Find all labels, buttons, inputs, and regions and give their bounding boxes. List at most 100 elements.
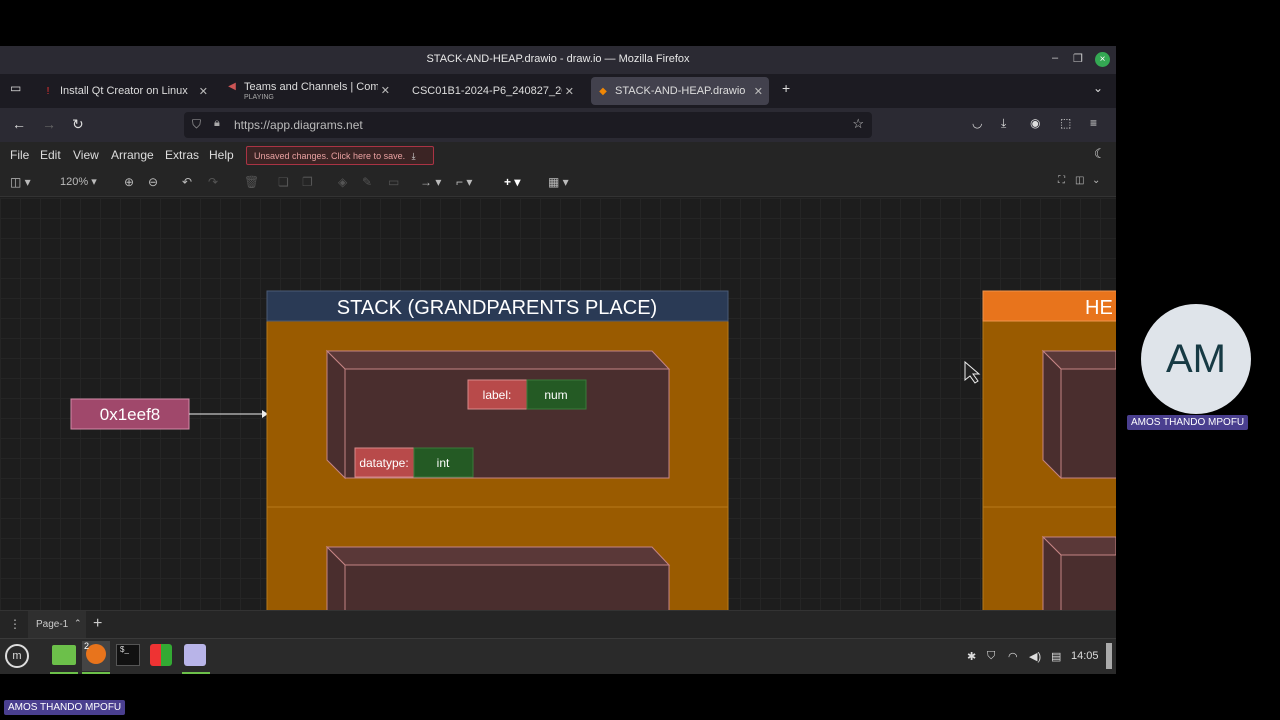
volume-icon[interactable]: ◀) [1029,650,1041,663]
format-panel-icon[interactable]: ◫ ▾ [10,175,31,189]
zoom-out-icon[interactable]: ⊖ [148,175,158,189]
shield-icon[interactable]: ⛉ [192,117,201,132]
to-back-icon[interactable]: ❐ [302,175,313,189]
stack-frame-cuboid[interactable] [325,545,671,610]
firefox-taskbar-button[interactable]: 2 [82,641,110,671]
lock-icon[interactable]: 🔒︎ [214,117,220,130]
window-title: STACK-AND-HEAP.drawio - draw.io — Mozill… [426,53,690,65]
pocket-icon[interactable]: ◡ [972,116,982,130]
reload-icon[interactable]: ↻ [72,116,84,133]
clock[interactable]: 14:05 [1071,650,1099,662]
add-page-icon[interactable]: + [93,615,102,633]
redo-icon[interactable]: ↷ [208,175,218,189]
active-indicator [50,672,78,674]
close-tab-icon[interactable]: ✕ [199,85,208,98]
os-taskbar: m 2 $_ ✱ ⛉ ◠ ◀) ▤ 14:05 [0,638,1116,674]
save-icon: ⤓ [411,151,416,161]
clipboard-icon[interactable]: ▤ [1051,650,1061,663]
label-value-text: num [544,388,567,402]
tab-csc01b1[interactable]: CSC01B1-2024-P6_240827_20 ✕ [408,77,580,105]
window-titlebar: STACK-AND-HEAP.drawio - draw.io — Mozill… [0,46,1116,74]
app-launcher-icon[interactable] [150,644,172,666]
page-tab-label: Page-1 [36,619,69,630]
terminal-icon[interactable]: $_ [116,644,140,666]
text-editor-icon[interactable] [184,644,206,666]
tab-bar: ▭ ! Install Qt Creator on Linux ✕ ◀ Team… [0,74,1116,108]
url-bar[interactable]: ⛉ 🔒︎ https://app.diagrams.net ☆ [184,112,872,138]
tab-label: Install Qt Creator on Linux [60,85,188,97]
menu-edit[interactable]: Edit [40,148,61,162]
tab-teams[interactable]: ◀ Teams and Channels | Comp PLAYING ✕ [226,77,396,105]
pointer-box-text: 0x1eef8 [100,405,161,424]
panel-toggle-icon[interactable]: ◫ [1075,175,1084,186]
pages-menu-icon[interactable]: ⋮ [9,617,21,631]
menu-extras[interactable]: Extras [165,148,199,162]
collapse-icon[interactable]: ⌄ [1092,175,1100,186]
unsaved-changes-button[interactable]: Unsaved changes. Click here to save. ⤓ [246,146,434,165]
close-tab-icon[interactable]: ✕ [381,84,390,97]
alert-icon: ! [46,85,50,97]
fill-color-icon[interactable]: ◈ [338,175,347,189]
mint-menu-icon[interactable]: m [5,644,29,668]
line-color-icon[interactable]: ✎ [362,175,372,189]
stack-header-text: STACK (GRANDPARENTS PLACE) [337,297,657,319]
minimize-icon[interactable]: – [1052,52,1058,64]
insert-icon[interactable]: + ▾ [504,175,520,189]
close-window-icon[interactable]: × [1095,52,1110,67]
diagram-canvas[interactable]: 0x1eef8 STACK (GRANDPARENTS PLACE) label… [0,198,1116,610]
diagram-toolbar: ◫ ▾ 120% ▾ ⊕ ⊖ ↶ ↷ 🗑︎ ❏ ❐ ◈ ✎ ▭ → ▾ ⌐ ▾ … [0,168,1116,197]
active-indicator [182,672,210,674]
tab-qt-creator[interactable]: ! Install Qt Creator on Linux ✕ [42,77,214,105]
drawio-icon: ◆ [599,85,607,97]
list-tabs-icon[interactable]: ⌄ [1093,81,1103,95]
page-tab[interactable]: Page-1 ⌃ [28,611,86,639]
menu-help[interactable]: Help [209,148,234,162]
new-tab-icon[interactable]: + [782,80,790,96]
forward-icon[interactable]: → [42,116,56,132]
back-icon[interactable]: ← [12,116,26,132]
diagram-svg: 0x1eef8 STACK (GRANDPARENTS PLACE) label… [70,290,1116,610]
downloads-icon[interactable]: ⤓ [1001,116,1006,131]
zoom-in-icon[interactable]: ⊕ [124,175,134,189]
zoom-value: 120% [60,176,89,188]
participant-name-tag: AMOS THANDO MPOFU [1127,415,1249,430]
restore-icon[interactable]: ❐ [1073,52,1083,65]
connection-icon[interactable]: → ▾ [420,175,441,189]
account-icon[interactable]: ◉ [1030,116,1040,130]
menu-view[interactable]: View [73,148,99,162]
close-tab-icon[interactable]: ✕ [754,85,763,98]
wifi-icon[interactable]: ◠ [1008,650,1018,663]
heap-object-cuboid[interactable] [1041,535,1116,610]
bookmark-star-icon[interactable]: ☆ [852,116,864,132]
page-dropdown-icon[interactable]: ⌃ [74,618,82,629]
navigation-bar: ← → ↻ ⛉ 🔒︎ https://app.diagrams.net ☆ ◡ … [0,108,1116,142]
datatype-key-text: datatype: [359,456,408,470]
files-icon[interactable] [52,645,76,665]
bluetooth-icon[interactable]: ✱ [967,650,976,663]
shield-tray-icon[interactable]: ⛉ [987,650,995,663]
undo-icon[interactable]: ↶ [182,175,192,189]
url-text[interactable]: https://app.diagrams.net [234,118,363,132]
waypoints-icon[interactable]: ⌐ ▾ [456,175,472,189]
extensions-icon[interactable]: ⬚ [1060,116,1071,130]
to-front-icon[interactable]: ❏ [278,175,289,189]
table-icon[interactable]: ▦ ▾ [548,175,569,189]
active-indicator [82,672,110,674]
tab-overview-icon[interactable]: ▭ [10,81,21,95]
menu-arrange[interactable]: Arrange [111,148,154,162]
zoom-select[interactable]: 120% ▾ [60,175,97,188]
delete-icon[interactable]: 🗑︎ [244,175,259,189]
dark-mode-icon[interactable]: ☾ [1094,146,1106,162]
show-desktop-button[interactable] [1106,643,1112,669]
shadow-icon[interactable]: ▭ [388,175,399,189]
hamburger-menu-icon[interactable]: ≡ [1090,116,1097,130]
menu-file[interactable]: File [10,148,29,162]
tab-stack-and-heap[interactable]: ◆ STACK-AND-HEAP.drawio - d ✕ [591,77,769,105]
app-menubar: File Edit View Arrange Extras Help Unsav… [0,142,1116,168]
page-tab-bar: ⋮ Page-1 ⌃ + [0,610,1116,639]
heap-object-cuboid[interactable] [1041,349,1116,480]
unsaved-label: Unsaved changes. Click here to save. [254,151,406,161]
tab-playing-label: PLAYING [244,94,274,101]
fullscreen-icon[interactable]: ⛶ [1058,175,1065,186]
close-tab-icon[interactable]: ✕ [565,85,574,98]
